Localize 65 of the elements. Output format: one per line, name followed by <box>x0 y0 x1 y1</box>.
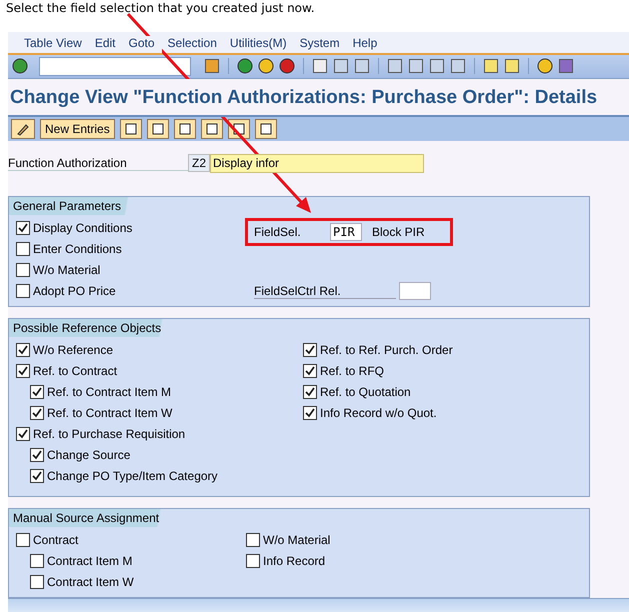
checkbox[interactable] <box>16 364 30 378</box>
field-label: FieldSel. <box>254 224 302 239</box>
instruction-text: Select the field selection that you created just now. <box>5 0 316 17</box>
checkbox-label: Contract <box>33 533 78 548</box>
checkbox-label: Info Record w/o Quot. <box>320 406 437 420</box>
screen-title: Change View "Function Authorizations: Purchase Order": Details <box>8 78 629 117</box>
checkbox[interactable] <box>30 575 44 590</box>
checkbox[interactable] <box>16 343 30 358</box>
delete-button[interactable] <box>146 118 169 139</box>
field-label: Function Authorization <box>8 156 188 171</box>
checkbox[interactable] <box>16 284 30 298</box>
field-label: FieldSelCtrl Rel. <box>254 284 396 299</box>
checkbox-label: Ref. to Ref. Purch. Order <box>320 343 453 358</box>
command-field[interactable] <box>39 56 191 76</box>
checkbox-label: Change Source <box>47 448 130 462</box>
document-icon <box>178 122 191 135</box>
checkbox[interactable] <box>30 448 44 462</box>
checkbox[interactable] <box>16 242 30 256</box>
checkbox[interactable] <box>30 385 44 400</box>
checkbox[interactable] <box>303 343 317 358</box>
text-field[interactable]: Display infor <box>210 154 424 173</box>
checkbox-label: Enter Conditions <box>33 242 122 256</box>
checkbox-label: W/o Material <box>263 533 330 548</box>
document-icon <box>124 122 137 135</box>
select-button[interactable] <box>254 118 277 139</box>
checkbox-label: Info Record <box>263 554 326 568</box>
field-description: Block PIR <box>372 224 425 239</box>
undo-button[interactable] <box>174 118 196 139</box>
checkbox-label: Change PO Type/Item Category <box>47 469 218 484</box>
checkbox[interactable] <box>16 533 30 548</box>
new-entries-button[interactable]: New Entries <box>40 118 115 139</box>
input-field[interactable]: PIR <box>330 222 362 241</box>
checkbox-label: W/o Reference <box>33 343 114 358</box>
checkbox[interactable] <box>303 385 317 400</box>
checkbox-label: Display Conditions <box>33 221 132 236</box>
document-icon <box>152 122 164 135</box>
checkbox[interactable] <box>30 554 44 568</box>
document-icon <box>206 122 218 135</box>
checkbox-label: Ref. to Purchase Requisition <box>33 427 186 442</box>
checkbox-label: Ref. to Contract Item M <box>47 385 172 400</box>
checkbox-label: Contract Item W <box>47 575 134 590</box>
checkbox-label: Adopt PO Price <box>33 284 116 298</box>
checkbox[interactable] <box>16 427 30 442</box>
code-field[interactable]: Z2 <box>188 154 210 172</box>
checkbox-label: Ref. to Contract Item W <box>47 406 172 420</box>
menu-item[interactable]: Goto <box>128 36 162 52</box>
copy-button[interactable] <box>120 118 142 139</box>
checkbox[interactable] <box>246 533 260 548</box>
checkbox-label: Ref. to RFQ <box>320 364 384 378</box>
document-icon <box>260 122 272 135</box>
checkbox[interactable] <box>246 554 260 568</box>
input-field[interactable] <box>399 282 431 300</box>
checkbox[interactable] <box>30 406 44 420</box>
pencil-icon <box>16 122 30 136</box>
checkbox-label: W/o Material <box>33 263 100 278</box>
edit-button[interactable] <box>11 118 35 139</box>
previous-entry-button[interactable] <box>200 118 223 139</box>
checkbox[interactable] <box>16 263 30 278</box>
checkbox[interactable] <box>303 406 317 420</box>
checkbox[interactable] <box>303 364 317 378</box>
checkbox-label: Contract Item M <box>47 554 132 568</box>
checkbox-label: Ref. to Quotation <box>320 385 411 400</box>
checkbox[interactable] <box>16 221 30 236</box>
checkbox-label: Ref. to Contract <box>33 364 118 378</box>
checkbox[interactable] <box>30 469 44 484</box>
